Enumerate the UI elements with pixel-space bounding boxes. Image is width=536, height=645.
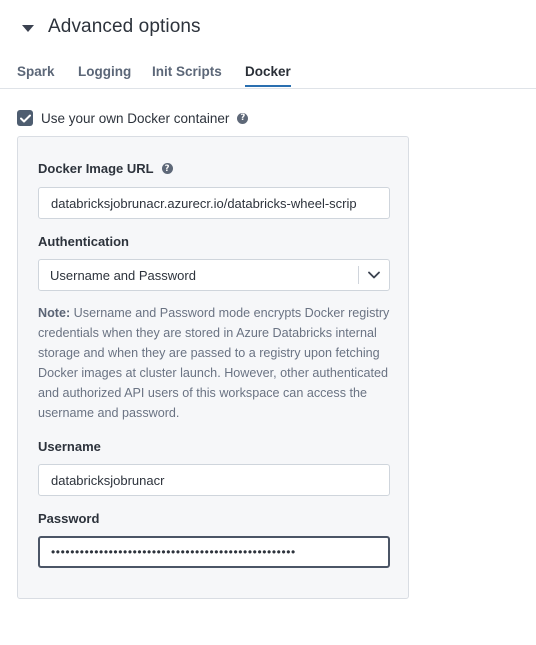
username-label: Username	[38, 439, 101, 454]
tab-bar: Spark Logging Init Scripts Docker	[0, 62, 536, 89]
authentication-select[interactable]: Username and Password	[38, 259, 390, 291]
use-own-container-row: Use your own Docker container ?	[17, 110, 249, 126]
password-label: Password	[38, 511, 100, 526]
caret-down-icon	[22, 24, 34, 32]
advanced-options-toggle[interactable]: Advanced options	[22, 16, 201, 38]
docker-image-url-label: Docker Image URL	[38, 161, 154, 176]
section-title: Advanced options	[48, 16, 201, 37]
checkmark-icon	[19, 114, 31, 122]
authentication-note: Note: Username and Password mode encrypt…	[38, 303, 394, 423]
username-input[interactable]	[38, 464, 390, 496]
authentication-label: Authentication	[38, 234, 129, 249]
tab-init-scripts[interactable]: Init Scripts	[152, 64, 222, 85]
docker-image-url-input[interactable]	[38, 187, 390, 219]
help-icon[interactable]: ?	[237, 112, 249, 124]
help-icon[interactable]: ?	[161, 163, 173, 174]
note-text: Username and Password mode encrypts Dock…	[38, 306, 390, 420]
use-own-container-label: Use your own Docker container	[41, 110, 230, 126]
chevron-down-icon[interactable]	[359, 271, 389, 279]
use-own-container-checkbox[interactable]	[17, 110, 33, 126]
note-prefix: Note:	[38, 306, 71, 320]
tab-spark[interactable]: Spark	[17, 64, 55, 85]
authentication-selected-value: Username and Password	[50, 267, 196, 283]
tab-logging[interactable]: Logging	[78, 64, 131, 85]
docker-settings-panel: Docker Image URL ? Authentication Userna…	[17, 136, 409, 599]
tab-docker[interactable]: Docker	[245, 64, 291, 87]
password-input[interactable]: ••••••••••••••••••••••••••••••••••••••••…	[38, 536, 390, 568]
docker-image-url-label-row: Docker Image URL ?	[38, 161, 173, 176]
